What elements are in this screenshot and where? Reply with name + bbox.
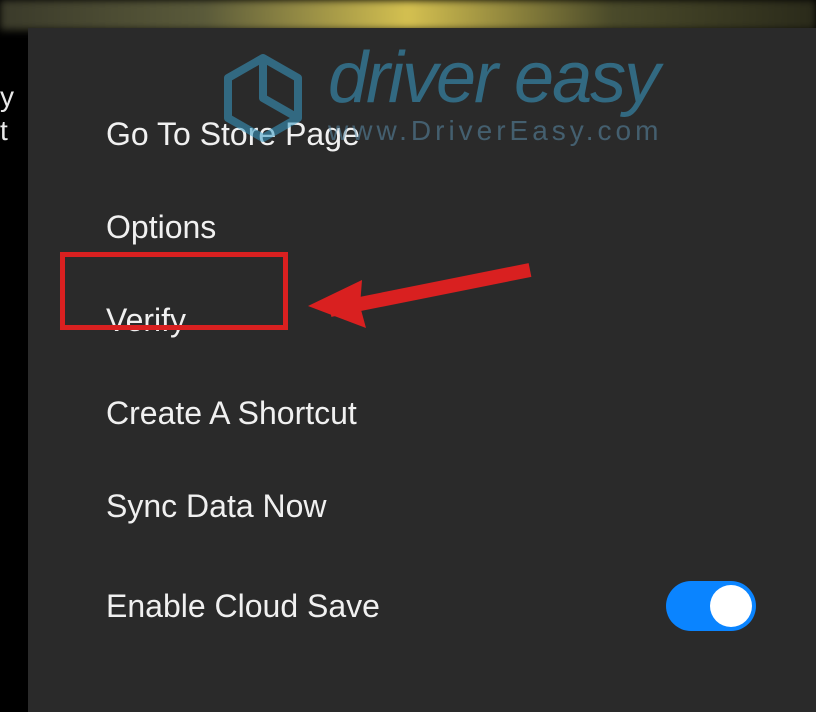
menu-item-options[interactable]: Options [28,181,816,274]
cloud-save-toggle[interactable] [666,581,756,631]
menu-item-label: Enable Cloud Save [106,588,380,625]
toggle-knob [710,585,752,627]
menu-item-label: Sync Data Now [106,488,327,525]
side-line-1: y [0,80,14,114]
menu-item-label: Create A Shortcut [106,395,357,432]
side-line-2: t [0,114,14,148]
background-blur [0,0,816,30]
menu-item-store-page[interactable]: Go To Store Page [28,88,816,181]
context-menu-panel: driver easy www.DriverEasy.com Go To Sto… [28,28,816,712]
menu-item-label: Verify [106,302,186,339]
menu-item-create-shortcut[interactable]: Create A Shortcut [28,367,816,460]
menu-item-label: Options [106,209,216,246]
menu-item-enable-cloud-save[interactable]: Enable Cloud Save [28,553,816,659]
menu-item-verify[interactable]: Verify [28,274,816,367]
cropped-side-text: y t [0,80,14,147]
menu-item-label: Go To Store Page [106,116,360,153]
menu-item-sync-data[interactable]: Sync Data Now [28,460,816,553]
